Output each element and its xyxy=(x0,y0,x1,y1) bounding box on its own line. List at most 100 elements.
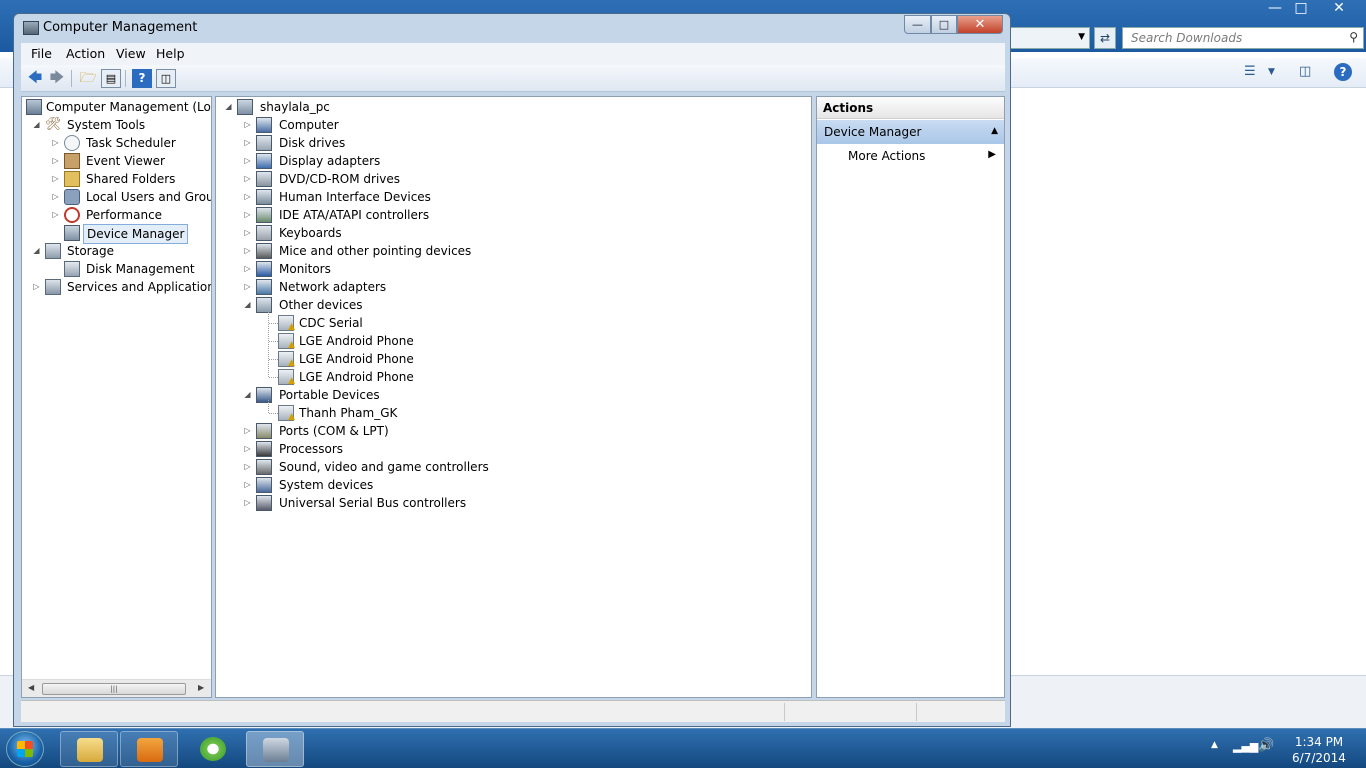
menu-file[interactable]: File xyxy=(31,46,52,61)
folder-icon xyxy=(77,738,103,762)
maximize-button[interactable]: □ xyxy=(931,15,957,34)
expand-icon[interactable]: ▷ xyxy=(51,188,60,206)
background-maximize-button[interactable]: □ xyxy=(1288,0,1314,16)
device-category-icon xyxy=(256,171,272,187)
expand-icon[interactable]: ▷ xyxy=(243,278,252,296)
collapse-icon[interactable]: ◢ xyxy=(224,98,233,116)
expand-icon[interactable]: ▷ xyxy=(243,494,252,512)
titlebar[interactable]: Computer Management — □ ✕ xyxy=(14,14,1010,42)
taskbar-media-player[interactable] xyxy=(120,731,178,767)
start-button[interactable] xyxy=(6,731,44,767)
expand-icon[interactable]: ▷ xyxy=(51,170,60,188)
media-player-icon xyxy=(137,738,163,762)
menu-help[interactable]: Help xyxy=(156,46,185,61)
warning-icon: ▲ xyxy=(288,322,295,332)
taskbar-explorer[interactable] xyxy=(60,731,118,767)
search-input[interactable]: Search Downloads ⚲ xyxy=(1122,27,1364,49)
help-icon[interactable]: ? xyxy=(132,69,152,88)
show-hidden-icons[interactable]: ▲ xyxy=(1211,740,1218,750)
expand-icon[interactable]: ▷ xyxy=(243,422,252,440)
expand-icon[interactable]: ▷ xyxy=(243,476,252,494)
warning-icon: ▲ xyxy=(288,340,295,350)
expand-icon[interactable]: ▷ xyxy=(243,260,252,278)
show-hide-action-pane-icon[interactable]: ◫ xyxy=(156,69,176,88)
device-category-icon xyxy=(256,243,272,259)
expand-icon[interactable]: ▷ xyxy=(32,278,41,296)
shared-folder-icon xyxy=(64,171,80,187)
device-category-icon xyxy=(256,207,272,223)
search-icon[interactable]: ⚲ xyxy=(1349,30,1358,44)
device-category-icon xyxy=(256,423,272,439)
expand-icon[interactable]: ▷ xyxy=(243,242,252,260)
expand-icon[interactable]: ▷ xyxy=(243,188,252,206)
expand-icon[interactable]: ▷ xyxy=(243,170,252,188)
more-actions-item[interactable]: More Actions xyxy=(848,149,925,163)
collapse-up-icon[interactable]: ▲ xyxy=(991,126,998,136)
preview-pane-icon[interactable]: ◫ xyxy=(1299,64,1311,79)
clock[interactable]: 1:34 PM 6/7/2014 xyxy=(1286,734,1352,766)
toolbar: 🡄 🡆 🗁 ▤ ? ◫ xyxy=(21,65,1005,92)
computer-management-icon xyxy=(263,738,289,762)
device-category-icon xyxy=(256,387,272,403)
warning-device-icon: ▲ xyxy=(278,351,295,368)
status-divider xyxy=(784,703,785,721)
device-category-icon xyxy=(256,297,272,313)
expand-icon[interactable]: ▷ xyxy=(51,206,60,224)
expand-icon[interactable]: ▷ xyxy=(243,224,252,242)
computer-management-icon xyxy=(23,21,39,35)
expand-icon[interactable]: ▷ xyxy=(243,458,252,476)
warning-icon: ▲ xyxy=(288,358,295,368)
taskbar-computer-management[interactable] xyxy=(246,731,304,767)
background-minimize-button[interactable]: — xyxy=(1262,0,1288,16)
scroll-thumb[interactable]: ||| xyxy=(42,683,186,695)
warning-device-icon: ▲ xyxy=(278,369,295,386)
expand-icon[interactable]: ▷ xyxy=(243,206,252,224)
window-title: Computer Management xyxy=(43,20,198,35)
status-divider xyxy=(916,703,917,721)
scroll-right-icon[interactable]: ▶ xyxy=(198,683,204,692)
windows-logo-icon xyxy=(17,741,33,757)
collapse-icon[interactable]: ◢ xyxy=(243,296,252,314)
scroll-left-icon[interactable]: ◀ xyxy=(28,683,34,692)
background-address-bar[interactable]: ▼ xyxy=(1000,27,1090,49)
back-arrow-icon[interactable]: 🡄 xyxy=(25,69,45,88)
device-category-icon xyxy=(256,279,272,295)
chevron-down-icon[interactable]: ▼ xyxy=(1078,32,1085,42)
close-button[interactable]: ✕ xyxy=(957,15,1003,34)
menu-view[interactable]: View xyxy=(116,46,146,61)
view-options-icon[interactable]: ☰ xyxy=(1244,64,1256,79)
users-icon xyxy=(64,189,80,205)
background-close-button[interactable]: ✕ xyxy=(1326,0,1352,16)
computer-management-window: Computer Management — □ ✕ File Action Vi… xyxy=(13,13,1011,727)
refresh-button[interactable]: ⇄ xyxy=(1094,27,1116,49)
storage-icon xyxy=(45,243,61,259)
expand-icon[interactable]: ▷ xyxy=(243,134,252,152)
actions-header: Actions xyxy=(817,97,1004,119)
tree-connector xyxy=(268,400,269,413)
network-icon[interactable]: ▂▄▆ xyxy=(1233,740,1258,753)
up-folder-icon[interactable]: 🗁 xyxy=(78,69,98,88)
horizontal-scrollbar[interactable]: ◀ ||| ▶ xyxy=(22,679,211,697)
expand-icon[interactable]: ▷ xyxy=(243,440,252,458)
show-hide-tree-icon[interactable]: ▤ xyxy=(101,69,121,88)
expand-icon[interactable]: ▷ xyxy=(243,116,252,134)
collapse-icon[interactable]: ◢ xyxy=(32,116,41,134)
help-icon[interactable]: ? xyxy=(1334,63,1352,81)
collapse-icon[interactable]: ◢ xyxy=(32,242,41,260)
view-dropdown-icon[interactable]: ▼ xyxy=(1268,67,1275,77)
expand-icon[interactable]: ▷ xyxy=(51,134,60,152)
volume-icon[interactable]: 🔊 xyxy=(1258,738,1274,753)
toolbar-separator xyxy=(125,70,126,87)
tree-connector xyxy=(269,341,278,342)
computer-icon xyxy=(237,99,253,115)
expand-icon[interactable]: ▷ xyxy=(243,152,252,170)
minimize-button[interactable]: — xyxy=(904,15,931,34)
expand-icon[interactable]: ▷ xyxy=(51,152,60,170)
forward-arrow-icon[interactable]: 🡆 xyxy=(47,69,67,88)
actions-section-device-manager[interactable]: Device Manager ▲ xyxy=(817,120,1004,144)
taskbar-app[interactable] xyxy=(184,731,242,767)
warning-device-icon: ▲ xyxy=(278,315,295,332)
menu-action[interactable]: Action xyxy=(66,46,105,61)
submenu-arrow-icon[interactable]: ▶ xyxy=(988,149,996,160)
collapse-icon[interactable]: ◢ xyxy=(243,386,252,404)
